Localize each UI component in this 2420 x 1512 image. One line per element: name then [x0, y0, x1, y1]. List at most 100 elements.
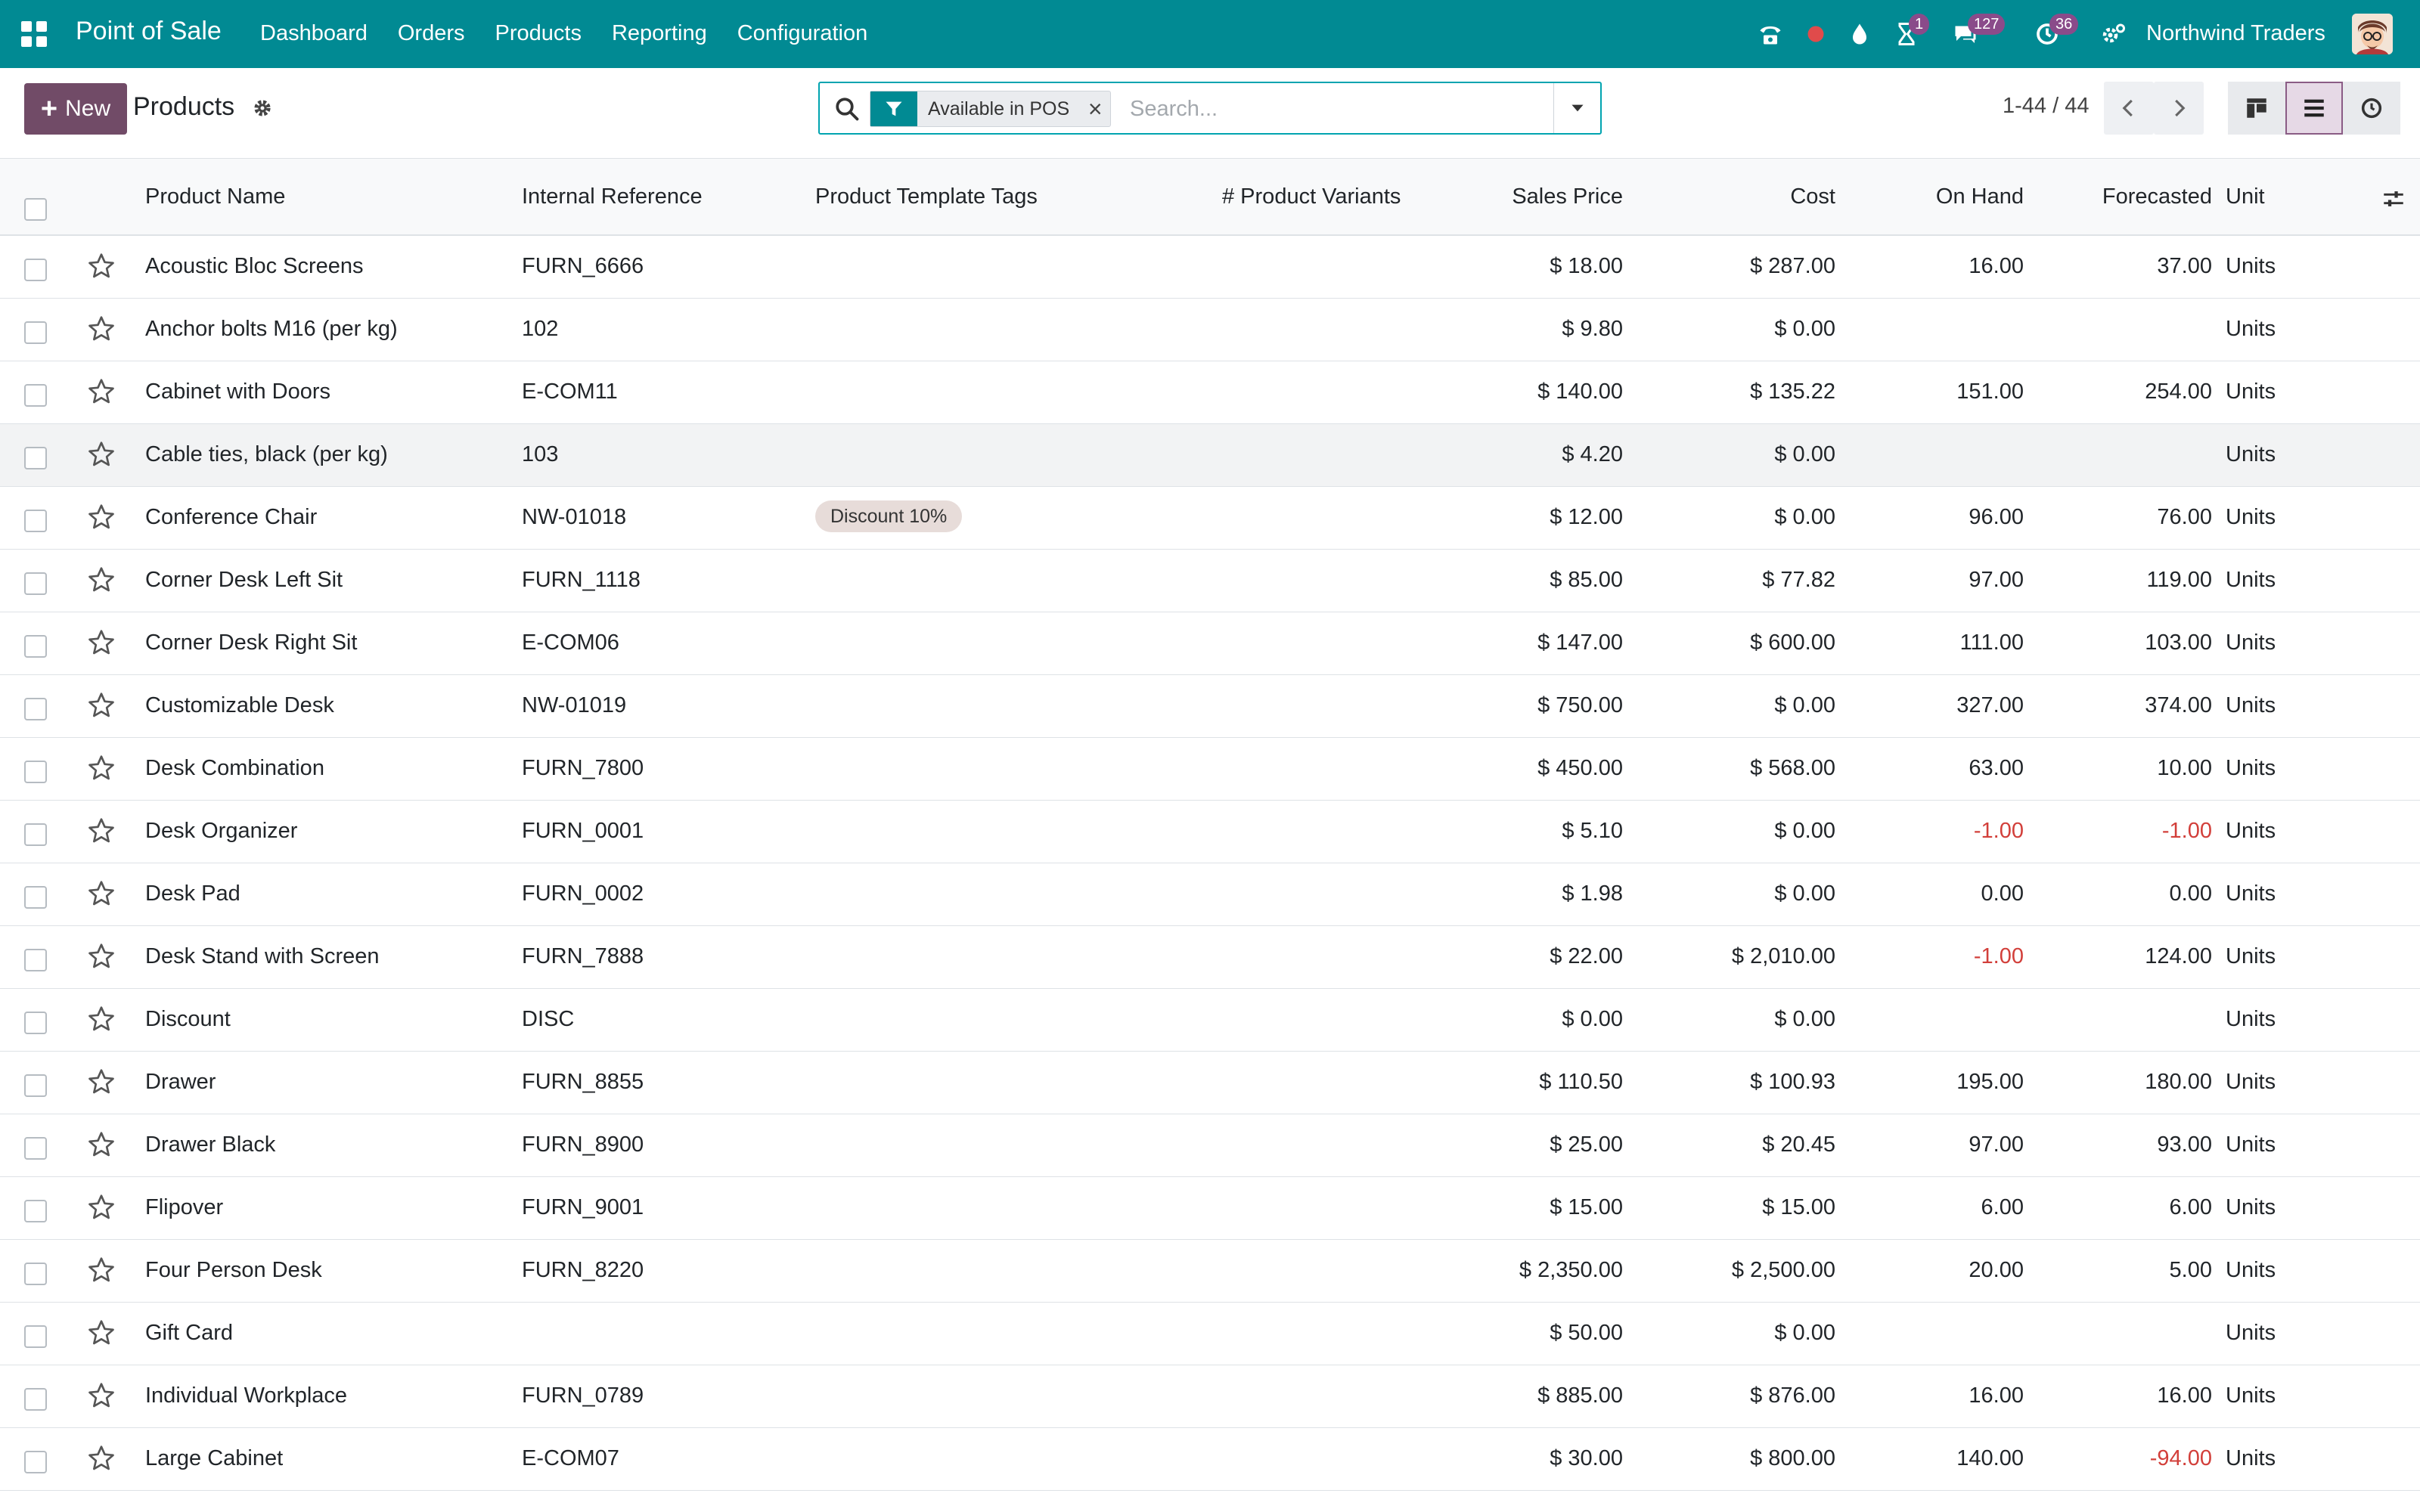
favorite-star-icon[interactable] — [86, 1067, 116, 1097]
column-internal-reference[interactable]: Internal Reference — [522, 184, 703, 209]
table-row[interactable]: Desk Combination FURN_7800 $ 450.00 $ 568.0… — [0, 738, 2420, 801]
activity-hourglass-icon[interactable]: 1 — [1889, 14, 1930, 51]
table-row[interactable]: Desk Pad FURN_0002 $ 1.98 $ 0.00 0.00 0.00 Uni… — [0, 863, 2420, 926]
row-checkbox[interactable] — [24, 384, 47, 407]
app-grid-icon[interactable] — [21, 21, 47, 47]
row-checkbox[interactable] — [24, 321, 47, 344]
column-cost[interactable]: Cost — [1790, 184, 1835, 209]
row-checkbox[interactable] — [24, 1074, 47, 1097]
column-product-name[interactable]: Product Name — [145, 184, 285, 209]
favorite-star-icon[interactable] — [86, 878, 116, 909]
row-checkbox[interactable] — [24, 1200, 47, 1222]
table-row[interactable]: Large Cabinet E-COM07 $ 30.00 $ 800.00 140.0… — [0, 1428, 2420, 1491]
table-row[interactable]: Acoustic Bloc Screens FURN_6666 $ 18.00 $ 2… — [0, 236, 2420, 299]
row-checkbox[interactable] — [24, 949, 47, 971]
menu-configuration[interactable]: Configuration — [737, 21, 868, 46]
kanban-view-button[interactable] — [2228, 82, 2285, 135]
favorite-star-icon[interactable] — [86, 314, 116, 344]
optional-columns-icon[interactable] — [2381, 186, 2406, 212]
table-row[interactable]: Flipover FURN_9001 $ 15.00 $ 15.00 6.00 6.00 U… — [0, 1177, 2420, 1240]
user-avatar[interactable] — [2352, 14, 2393, 54]
row-checkbox[interactable] — [24, 1325, 47, 1348]
menu-reporting[interactable]: Reporting — [612, 21, 707, 46]
table-row[interactable]: Four Person Desk FURN_8220 $ 2,350.00 $ 2,5… — [0, 1240, 2420, 1303]
table-row[interactable]: Conference Chair NW-01018 Discount 10% $ 12… — [0, 487, 2420, 550]
favorite-star-icon[interactable] — [86, 816, 116, 846]
forecasted: 10.00 — [2157, 756, 2212, 780]
favorite-star-icon[interactable] — [86, 627, 116, 658]
favorite-star-icon[interactable] — [86, 1129, 116, 1160]
table-row[interactable]: Drawer FURN_8855 $ 110.50 $ 100.93 195.00 180… — [0, 1052, 2420, 1114]
row-checkbox[interactable] — [24, 1451, 47, 1473]
column-forecasted[interactable]: Forecasted — [2102, 184, 2212, 209]
row-checkbox[interactable] — [24, 447, 47, 469]
pager-next-button[interactable] — [2154, 82, 2204, 135]
table-row[interactable]: Discount DISC $ 0.00 $ 0.00 Units — [0, 989, 2420, 1052]
phone-icon[interactable] — [1753, 17, 1788, 51]
favorite-star-icon[interactable] — [86, 376, 116, 407]
favorite-star-icon[interactable] — [86, 502, 116, 532]
search-input[interactable] — [1130, 92, 1546, 125]
favorite-star-icon[interactable] — [86, 565, 116, 595]
search-options-toggle[interactable] — [1553, 83, 1600, 133]
facet-remove-icon[interactable]: × — [1080, 91, 1110, 126]
recording-indicator-icon[interactable] — [1798, 17, 1833, 51]
column-unit[interactable]: Unit — [2226, 184, 2265, 209]
table-row[interactable]: Drawer Black FURN_8900 $ 25.00 $ 20.45 97.00… — [0, 1114, 2420, 1177]
menu-dashboard[interactable]: Dashboard — [260, 21, 368, 46]
table-row[interactable]: Customizable Desk NW-01019 $ 750.00 $ 0.00 3… — [0, 675, 2420, 738]
favorite-star-icon[interactable] — [86, 1318, 116, 1348]
favorite-star-icon[interactable] — [86, 1255, 116, 1285]
favorite-star-icon[interactable] — [86, 439, 116, 469]
favorite-star-icon[interactable] — [86, 1443, 116, 1473]
column-product-variants[interactable]: # Product Variants — [1222, 184, 1401, 209]
row-checkbox[interactable] — [24, 635, 47, 658]
favorite-star-icon[interactable] — [86, 690, 116, 720]
row-checkbox[interactable] — [24, 1137, 47, 1160]
list-view-button[interactable] — [2285, 82, 2343, 135]
favorite-star-icon[interactable] — [86, 1380, 116, 1411]
activity-view-button[interactable] — [2343, 82, 2400, 135]
favorite-star-icon[interactable] — [86, 1192, 116, 1222]
drop-icon[interactable] — [1842, 17, 1877, 51]
favorite-star-icon[interactable] — [86, 251, 116, 281]
column-sales-price[interactable]: Sales Price — [1512, 184, 1623, 209]
table-row[interactable]: Desk Stand with Screen FURN_7888 $ 22.00 $ … — [0, 926, 2420, 989]
row-checkbox[interactable] — [24, 1263, 47, 1285]
row-checkbox[interactable] — [24, 1012, 47, 1034]
menu-products[interactable]: Products — [495, 21, 582, 46]
favorite-star-icon[interactable] — [86, 941, 116, 971]
select-all-checkbox[interactable] — [24, 198, 47, 221]
column-template-tags[interactable]: Product Template Tags — [815, 184, 1038, 209]
table-row[interactable]: Gift Card $ 50.00 $ 0.00 Units — [0, 1303, 2420, 1365]
clock-icon[interactable]: 36 — [2030, 14, 2079, 51]
gear-icon[interactable] — [251, 97, 274, 119]
pager-value[interactable]: 1-44 / 44 — [2003, 94, 2089, 119]
table-row[interactable]: Desk Organizer FURN_0001 $ 5.10 $ 0.00 -1.00… — [0, 801, 2420, 863]
menu-orders[interactable]: Orders — [398, 21, 465, 46]
column-on-hand[interactable]: On Hand — [1936, 184, 2024, 209]
search-icon[interactable] — [833, 95, 861, 122]
row-checkbox[interactable] — [24, 1388, 47, 1411]
new-button[interactable]: + New — [24, 83, 127, 135]
row-checkbox[interactable] — [24, 886, 47, 909]
favorite-star-icon[interactable] — [86, 753, 116, 783]
table-row[interactable]: Cable ties, black (per kg) 103 $ 4.20 $ 0.0… — [0, 424, 2420, 487]
row-checkbox[interactable] — [24, 259, 47, 281]
table-row[interactable]: Individual Workplace FURN_0789 $ 885.00 $ 8… — [0, 1365, 2420, 1428]
pager-previous-button[interactable] — [2104, 82, 2154, 135]
row-checkbox[interactable] — [24, 823, 47, 846]
settings-gears-icon[interactable] — [2096, 17, 2131, 51]
company-name[interactable]: Northwind Traders — [2146, 21, 2325, 46]
table-row[interactable]: Cabinet with Doors E-COM11 $ 140.00 $ 135.2… — [0, 361, 2420, 424]
app-title[interactable]: Point of Sale — [76, 17, 222, 46]
table-row[interactable]: Corner Desk Right Sit E-COM06 $ 147.00 $ 60… — [0, 612, 2420, 675]
row-checkbox[interactable] — [24, 761, 47, 783]
row-checkbox[interactable] — [24, 510, 47, 532]
messages-icon[interactable]: 127 — [1948, 14, 2006, 51]
table-row[interactable]: Corner Desk Left Sit FURN_1118 $ 85.00 $ 77… — [0, 550, 2420, 612]
favorite-star-icon[interactable] — [86, 1004, 116, 1034]
table-row[interactable]: Anchor bolts M16 (per kg) 102 $ 9.80 $ 0.00… — [0, 299, 2420, 361]
row-checkbox[interactable] — [24, 572, 47, 595]
row-checkbox[interactable] — [24, 698, 47, 720]
